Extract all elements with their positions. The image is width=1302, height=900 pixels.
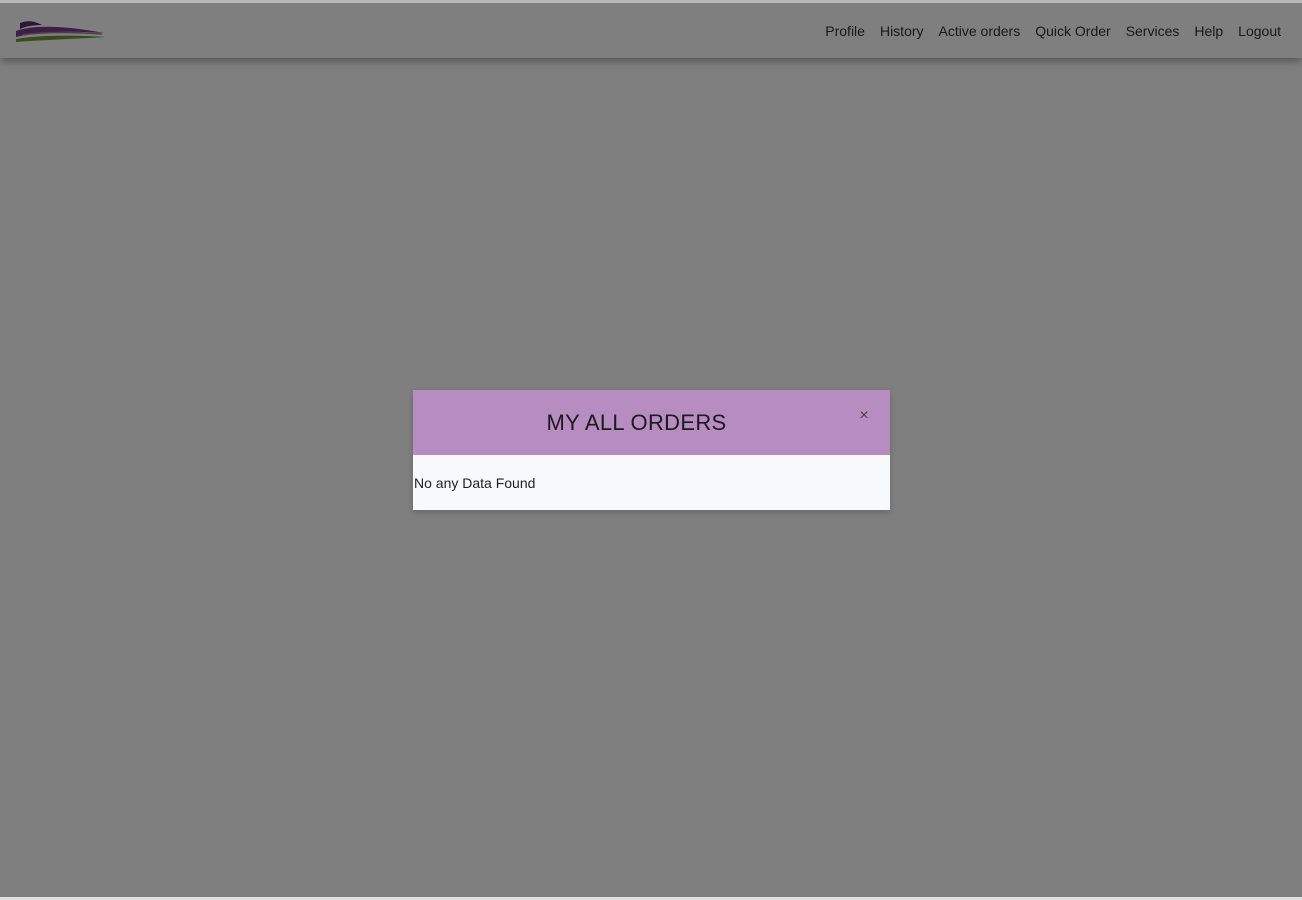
close-icon[interactable]: × [856, 408, 872, 424]
orders-modal: MY ALL ORDERS × No any Data Found [413, 390, 890, 510]
modal-title: MY ALL ORDERS [546, 409, 727, 435]
empty-state-message: No any Data Found [414, 474, 536, 491]
top-border [0, 0, 1302, 3]
modal-header: MY ALL ORDERS × [413, 390, 890, 455]
modal-body: No any Data Found [413, 455, 890, 510]
